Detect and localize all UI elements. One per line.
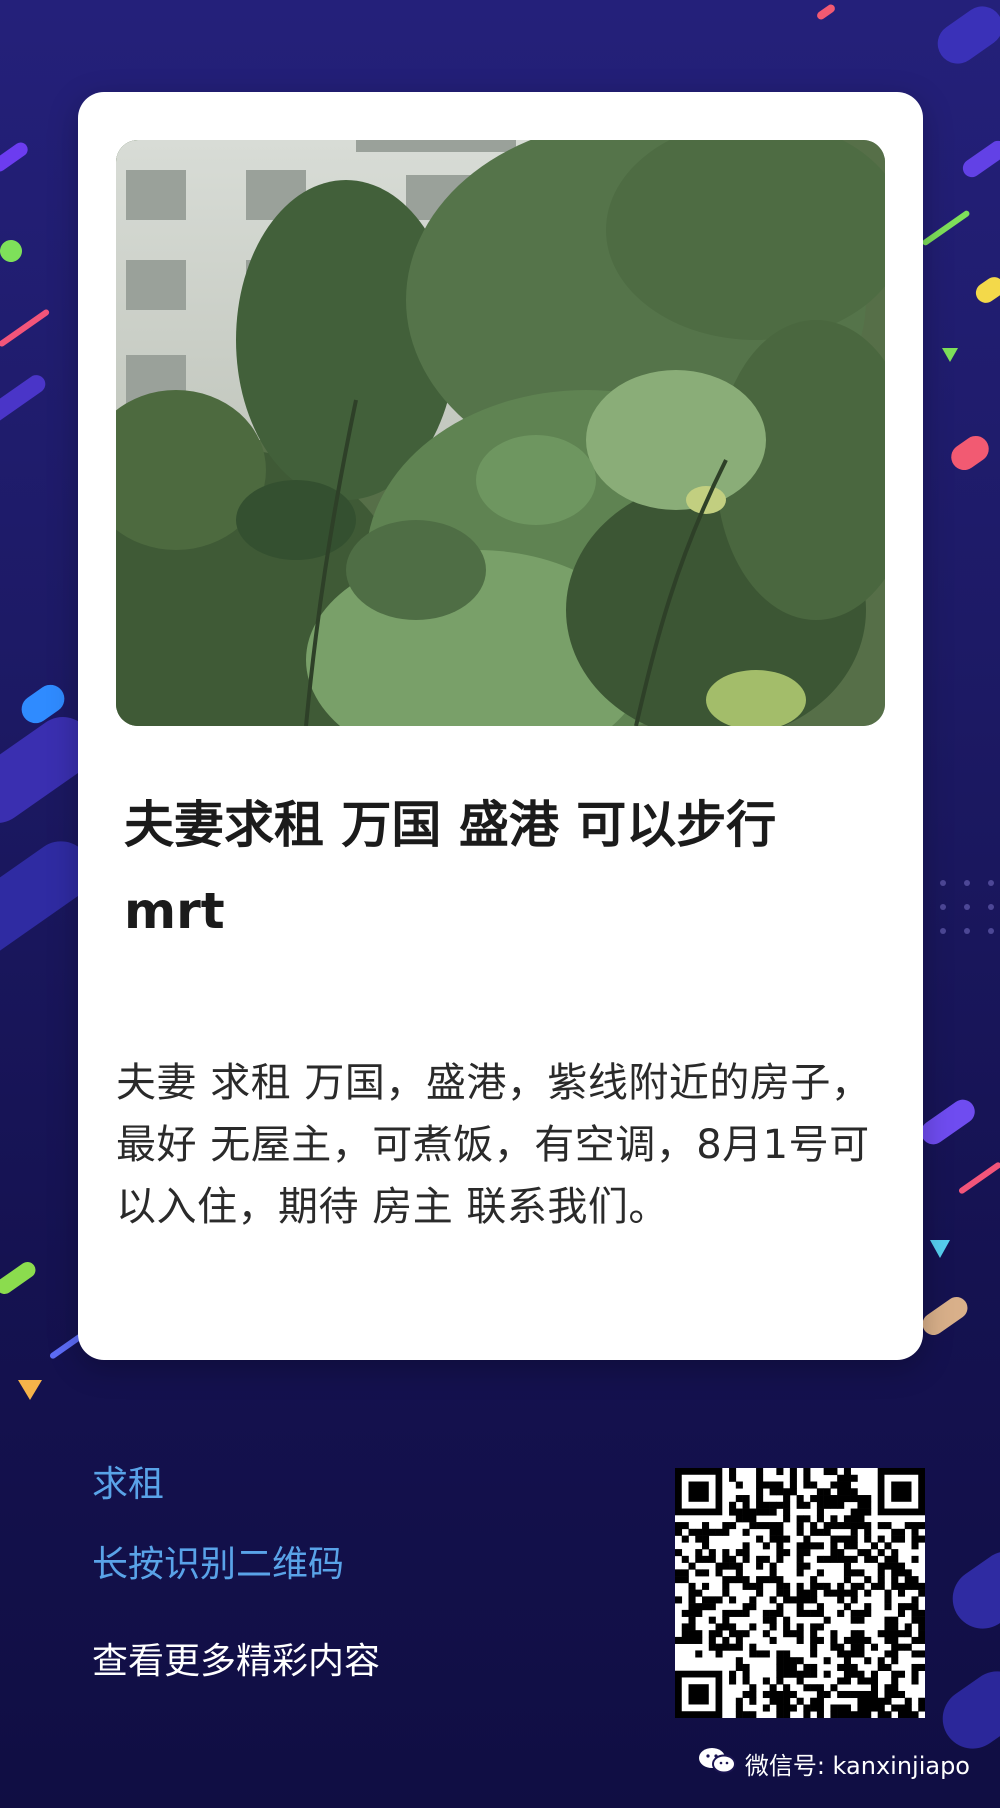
- decor-stripe: [0, 235, 27, 267]
- decor-stripe: [0, 371, 49, 427]
- share-poster: 夫妻求租 万国 盛港 可以步行 mrt 夫妻 求租 万国，盛港，紫线附近的房子，…: [0, 0, 1000, 1808]
- decor-stripe: [918, 1292, 972, 1340]
- post-card[interactable]: 夫妻求租 万国 盛港 可以步行 mrt 夫妻 求租 万国，盛港，紫线附近的房子，…: [78, 92, 923, 1360]
- wechat-icon: [697, 1745, 737, 1781]
- category-link[interactable]: 求租: [92, 1455, 164, 1507]
- qr-code-image: [675, 1468, 926, 1719]
- decor-stripe: [0, 308, 51, 348]
- wechat-watermark: 微信号: kanxinjiapo: [697, 1745, 970, 1781]
- decor-stripe: [971, 273, 1000, 307]
- decor-stripe: [916, 1094, 980, 1150]
- post-body: 夫妻 求租 万国，盛港，紫线附近的房子，最好 无屋主，可煮饭，有空调，8月1号可…: [116, 1060, 872, 1230]
- trees-and-building-image: [116, 140, 885, 726]
- decor-stripe: [0, 139, 31, 175]
- qr-hint-link[interactable]: 长按识别二维码: [92, 1535, 344, 1587]
- decor-stripe: [929, 0, 1000, 72]
- decor-dot-grid: [940, 880, 994, 934]
- listing-photo: [116, 140, 885, 726]
- decor-stripe: [0, 1258, 39, 1298]
- decor-stripe: [921, 209, 971, 247]
- post-title: 夫妻求租 万国 盛港 可以步行 mrt: [124, 796, 777, 940]
- more-content-text: 查看更多精彩内容: [92, 1641, 381, 1682]
- decor-triangle: [18, 1380, 42, 1400]
- decor-stripe: [959, 137, 1000, 181]
- decor-triangle: [930, 1240, 950, 1258]
- decor-stripe: [946, 430, 994, 476]
- decor-stripe: [815, 2, 837, 22]
- decor-stripe: [957, 1161, 1000, 1195]
- qr-code[interactable]: [675, 1468, 926, 1719]
- decor-stripe: [940, 1539, 1000, 1641]
- watermark-text: 微信号: kanxinjiapo: [744, 1751, 970, 1780]
- decor-triangle: [942, 348, 958, 362]
